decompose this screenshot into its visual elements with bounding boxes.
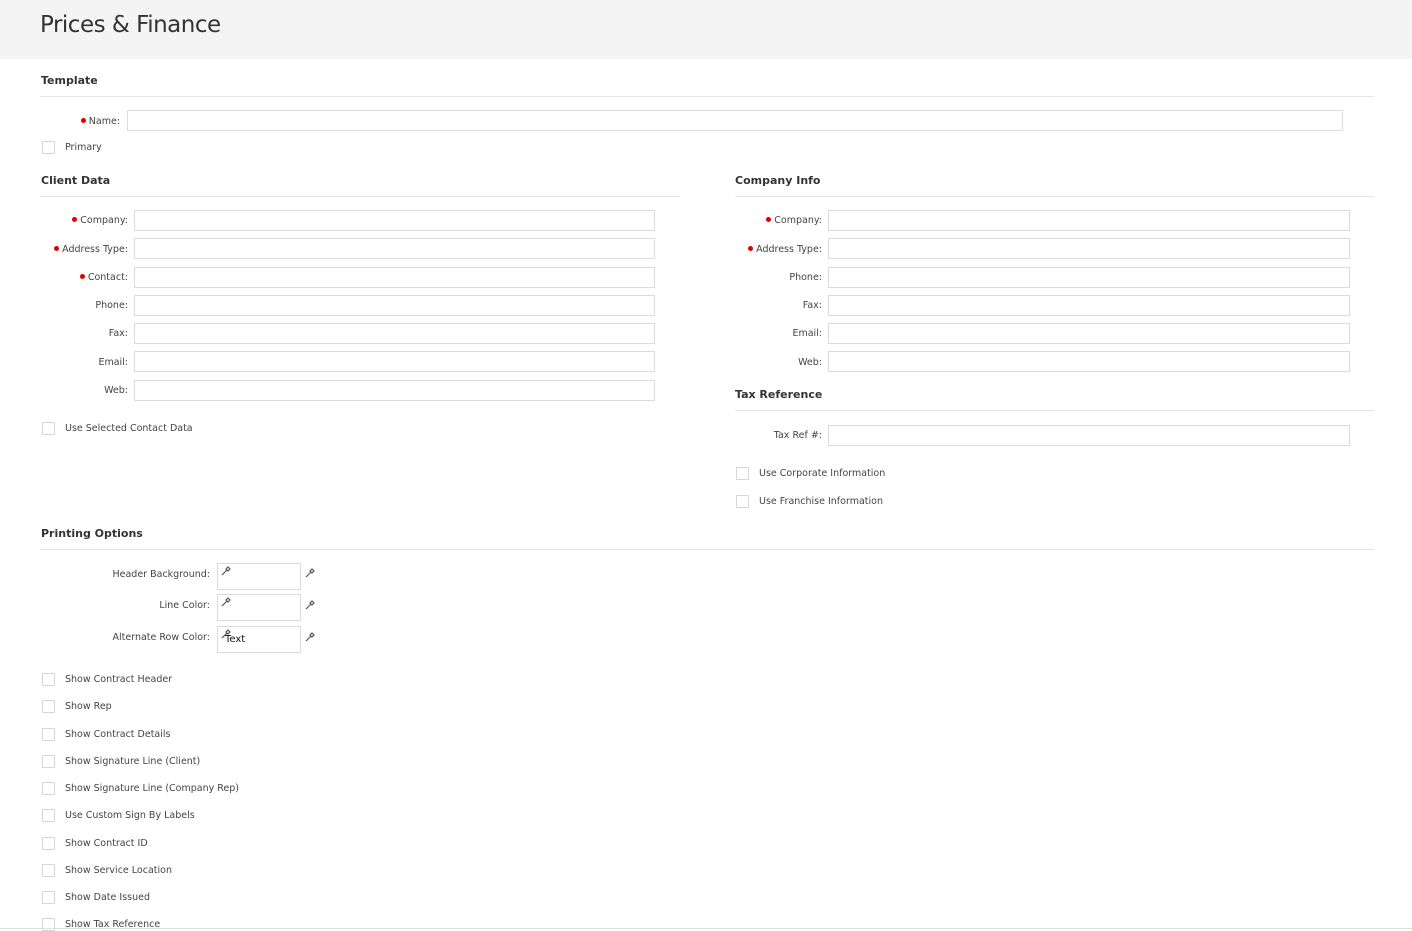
company-email-input[interactable] — [828, 323, 1350, 344]
show-contract-header-checkbox[interactable] — [42, 673, 55, 686]
required-marker — [54, 246, 60, 251]
client-company-label: Company: — [72, 215, 128, 226]
required-marker — [80, 118, 86, 123]
primary-checkbox-label: Primary — [65, 142, 102, 153]
eyedropper-icon — [221, 597, 231, 607]
show-date-issued-checkbox[interactable] — [42, 891, 55, 904]
eyedropper-icon[interactable] — [304, 631, 316, 643]
client-email-label: Email: — [98, 357, 128, 368]
show-service-location-label: Show Service Location — [65, 865, 172, 876]
show-contract-id-checkbox[interactable] — [42, 837, 55, 850]
company-company-label: Company: — [766, 215, 822, 226]
client-data-divider — [40, 196, 680, 197]
client-phone-label: Phone: — [95, 300, 128, 311]
company-fax-input[interactable] — [828, 295, 1350, 316]
show-signature-client-label: Show Signature Line (Client) — [65, 756, 201, 767]
show-service-location-checkbox[interactable] — [42, 864, 55, 877]
use-franchise-information-checkbox[interactable] — [736, 495, 749, 508]
page-title: Prices & Finance — [40, 12, 221, 38]
tax-reference-section-title: Tax Reference — [735, 388, 823, 401]
use-corporate-information-label: Use Corporate Information — [759, 468, 886, 479]
printing-options-section-title: Printing Options — [41, 527, 143, 540]
company-phone-input[interactable] — [828, 267, 1350, 288]
show-signature-client-checkbox[interactable] — [42, 755, 55, 768]
header-background-label: Header Background: — [112, 569, 211, 580]
use-franchise-information-label: Use Franchise Information — [759, 496, 883, 507]
page-header: Prices & Finance — [0, 0, 1412, 59]
printing-options-divider — [40, 549, 1374, 550]
use-corporate-information-checkbox[interactable] — [736, 467, 749, 480]
company-phone-label: Phone: — [789, 272, 822, 283]
client-contact-label: Contact: — [79, 272, 128, 283]
client-address-type-label: Address Type: — [54, 244, 128, 255]
company-info-section-title: Company Info — [735, 174, 821, 187]
client-email-input[interactable] — [134, 351, 655, 372]
line-color-label: Line Color: — [159, 600, 210, 611]
template-divider — [40, 96, 1374, 97]
show-contract-header-label: Show Contract Header — [65, 674, 173, 685]
show-signature-company-rep-checkbox[interactable] — [42, 782, 55, 795]
use-selected-contact-label: Use Selected Contact Data — [65, 423, 193, 434]
company-info-divider — [735, 196, 1374, 197]
show-rep-label: Show Rep — [65, 701, 112, 712]
tax-reference-divider — [735, 410, 1374, 411]
client-phone-input[interactable] — [134, 295, 655, 316]
required-marker — [72, 217, 78, 222]
company-company-input[interactable] — [828, 210, 1350, 231]
company-address-type-label: Address Type: — [748, 244, 822, 255]
client-address-type-input[interactable] — [134, 238, 655, 259]
tax-ref-input[interactable] — [828, 425, 1350, 446]
alternate-row-color-text: Text — [225, 634, 246, 645]
client-web-input[interactable] — [134, 380, 655, 401]
company-email-label: Email: — [792, 328, 822, 339]
required-marker — [79, 274, 85, 279]
line-color-box[interactable] — [217, 594, 301, 621]
use-custom-sign-by-labels-label: Use Custom Sign By Labels — [65, 810, 195, 821]
template-name-input[interactable] — [127, 110, 1343, 131]
tax-ref-label: Tax Ref #: — [773, 430, 822, 441]
bottom-divider — [0, 928, 1412, 929]
header-background-color-box[interactable] — [217, 563, 301, 590]
company-fax-label: Fax: — [802, 300, 822, 311]
show-signature-company-rep-label: Show Signature Line (Company Rep) — [65, 783, 239, 794]
company-web-label: Web: — [798, 357, 822, 368]
show-tax-reference-checkbox[interactable] — [42, 918, 55, 931]
company-web-input[interactable] — [828, 351, 1350, 372]
client-fax-input[interactable] — [134, 323, 655, 344]
client-fax-label: Fax: — [108, 328, 128, 339]
show-contract-id-label: Show Contract ID — [65, 838, 148, 849]
client-web-label: Web: — [104, 385, 128, 396]
template-section-title: Template — [41, 74, 98, 87]
use-custom-sign-by-labels-checkbox[interactable] — [42, 809, 55, 822]
alternate-row-color-box[interactable]: Text — [217, 626, 301, 653]
eyedropper-icon[interactable] — [304, 599, 316, 611]
required-marker — [766, 217, 772, 222]
eyedropper-icon[interactable] — [304, 567, 316, 579]
company-address-type-input[interactable] — [828, 238, 1350, 259]
use-selected-contact-checkbox[interactable] — [42, 422, 55, 435]
required-marker — [748, 246, 754, 251]
show-contract-details-label: Show Contract Details — [65, 729, 171, 740]
show-rep-checkbox[interactable] — [42, 700, 55, 713]
template-name-label: Name: — [80, 116, 120, 127]
show-contract-details-checkbox[interactable] — [42, 728, 55, 741]
show-date-issued-label: Show Date Issued — [65, 892, 150, 903]
client-data-section-title: Client Data — [41, 174, 111, 187]
client-contact-input[interactable] — [134, 267, 655, 288]
client-company-input[interactable] — [134, 210, 655, 231]
eyedropper-icon — [221, 566, 231, 576]
primary-checkbox[interactable] — [42, 141, 55, 154]
alternate-row-color-label: Alternate Row Color: — [112, 632, 211, 643]
